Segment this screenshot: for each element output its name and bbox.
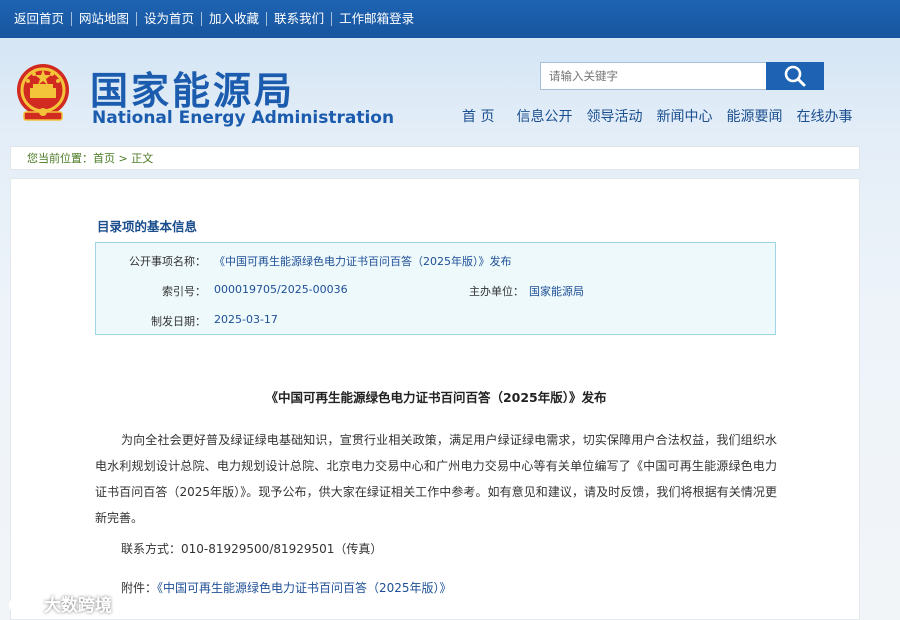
site-title-cn[interactable]: 国家能源局 [90, 60, 295, 115]
top-utility-bar: 返回首页 网站地图 设为首页 加入收藏 联系我们 工作邮箱登录 [0, 0, 900, 38]
article-body: 为向全社会更好普及绿证绿电基础知识，宣贯行业相关政策，满足用户绿证绿电需求，切实… [95, 433, 777, 525]
index-value: 000019705/2025-00036 [214, 283, 348, 296]
breadcrumb-prefix: 您当前位置： [27, 152, 93, 165]
nav-leadership[interactable]: 领导活动 [586, 106, 642, 126]
item-name-value: 《中国可再生能源绿色电力证书百问百答（2025年版）》发布 [214, 255, 512, 268]
nav-info-disclosure[interactable]: 信息公开 [516, 106, 572, 126]
link-set-homepage[interactable]: 设为首页 [136, 12, 201, 26]
search-input[interactable] [540, 62, 772, 90]
attachment: 附件：《中国可再生能源绿色电力证书百问百答（2025年版）》 [121, 579, 452, 596]
watermark-logo-icon [9, 597, 34, 613]
watermark-text: 大数跨境 [43, 596, 112, 616]
watermark: 大数跨境 [8, 591, 112, 616]
org-value: 国家能源局 [529, 285, 584, 298]
item-name-label: 公开事项名称： [129, 255, 206, 268]
link-home[interactable]: 返回首页 [8, 12, 71, 26]
link-mail-login[interactable]: 工作邮箱登录 [331, 12, 421, 26]
date-value: 2025-03-17 [214, 313, 278, 326]
search-box [540, 62, 824, 90]
info-section-title: 目录项的基本信息 [97, 219, 198, 234]
index-label: 索引号： [162, 285, 206, 298]
date-label: 制发日期： [151, 315, 206, 328]
contact-info: 联系方式：010-81929500/81929501（传真） [121, 542, 383, 556]
national-emblem-icon[interactable] [12, 60, 74, 124]
content-card: 目录项的基本信息 公开事项名称： 《中国可再生能源绿色电力证书百问百答（2025… [10, 178, 860, 620]
article-title: 《中国可再生能源绿色电力证书百问百答（2025年版）》发布 [265, 390, 607, 405]
nav-online-services[interactable]: 在线办事 [796, 106, 852, 126]
link-add-favorite[interactable]: 加入收藏 [201, 12, 266, 26]
link-sitemap[interactable]: 网站地图 [71, 12, 136, 26]
nav-news-center[interactable]: 新闻中心 [656, 106, 712, 126]
link-contact-us[interactable]: 联系我们 [266, 12, 331, 26]
nav-home[interactable]: 首 页 [462, 106, 494, 126]
main-nav: 首 页 信息公开 领导活动 新闻中心 能源要闻 在线办事 [462, 106, 866, 126]
attachment-label: 附件： [121, 581, 158, 595]
search-button[interactable] [766, 62, 824, 90]
site-title-en: National Energy Administration [92, 108, 395, 128]
search-icon [784, 65, 806, 87]
utility-links: 返回首页 网站地图 设为首页 加入收藏 联系我们 工作邮箱登录 [0, 0, 900, 38]
breadcrumb: 您当前位置：首页 > 正文 [10, 146, 860, 170]
attachment-link[interactable]: 《中国可再生能源绿色电力证书百问百答（2025年版）》 [157, 581, 452, 595]
org-label: 主办单位： [469, 285, 524, 298]
breadcrumb-home[interactable]: 首页 [93, 152, 115, 165]
site-header: 国家能源局 National Energy Administration 首 页… [0, 38, 900, 146]
info-table: 公开事项名称： 《中国可再生能源绿色电力证书百问百答（2025年版）》发布 索引… [95, 242, 776, 335]
breadcrumb-current: 正文 [131, 152, 154, 165]
nav-energy-news[interactable]: 能源要闻 [726, 106, 782, 126]
breadcrumb-separator: > [115, 152, 132, 165]
